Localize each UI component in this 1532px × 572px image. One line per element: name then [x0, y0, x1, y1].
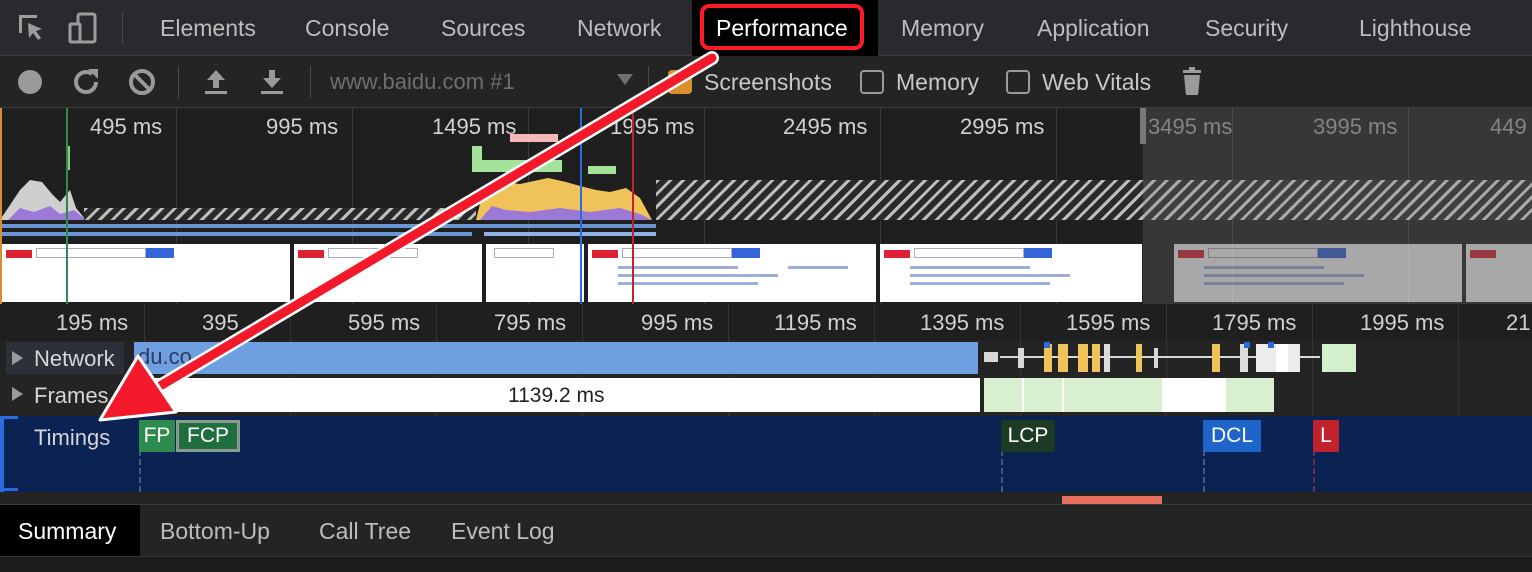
expand-triangle-icon[interactable]: [12, 387, 23, 401]
details-pane: [0, 556, 1532, 572]
tab-lighthouse[interactable]: Lighthouse: [1359, 0, 1472, 56]
details-tab-bar: Summary Bottom-Up Call Tree Event Log: [0, 504, 1532, 557]
load-line: [632, 108, 634, 304]
frame-duration: 1139.2 ms: [508, 384, 605, 407]
screenshots-label[interactable]: Screenshots: [704, 56, 832, 108]
ruler-tick-label: 1995 ms: [1360, 310, 1445, 335]
load-marker[interactable]: L: [1313, 420, 1339, 452]
tab-bottom-up[interactable]: Bottom-Up: [160, 505, 270, 557]
overview-network-bar: [2, 232, 472, 236]
flamechart-ruler: 195 ms 395 595 ms 795 ms 995 ms 1195 ms …: [0, 304, 1532, 340]
ruler-tick-label: 395: [202, 310, 239, 335]
tab-performance[interactable]: Performance: [692, 0, 878, 56]
overview-tick-label: 2995 ms: [960, 114, 1045, 139]
toolbar-separator: [178, 66, 179, 98]
trash-icon[interactable]: [1174, 64, 1210, 100]
dcl-line: [580, 108, 582, 304]
download-icon[interactable]: [254, 64, 290, 100]
inspect-element-icon[interactable]: [14, 10, 50, 46]
long-task-marker: [510, 134, 558, 142]
memory-checkbox[interactable]: [860, 70, 884, 94]
frame-bar[interactable]: [1162, 378, 1226, 412]
ruler-tick-label: 1795 ms: [1212, 310, 1297, 335]
screenshots-checkbox[interactable]: [668, 70, 692, 94]
device-toolbar-icon[interactable]: [66, 10, 102, 46]
screenshot-frame[interactable]: [484, 244, 584, 302]
overview-tick-label: 2495 ms: [783, 114, 868, 139]
expand-triangle-icon[interactable]: [12, 351, 23, 365]
screenshot-frame[interactable]: [586, 244, 876, 302]
screenshot-frame[interactable]: [0, 244, 290, 302]
screenshot-frame[interactable]: [292, 244, 482, 302]
selection-handle[interactable]: [1140, 108, 1146, 144]
tab-console[interactable]: Console: [305, 0, 389, 56]
overview-network-bar: [2, 224, 656, 228]
tab-sources[interactable]: Sources: [441, 0, 525, 56]
timings-track-label[interactable]: Timings: [34, 425, 110, 451]
ruler-tick-label: 1595 ms: [1066, 310, 1151, 335]
frames-track[interactable]: 1139.2 ms Frames: [0, 376, 1532, 416]
overview-tick-label: 1995 ms: [610, 114, 695, 139]
web-vitals-label[interactable]: Web Vitals: [1042, 56, 1151, 108]
profile-select[interactable]: www.baidu.com #1: [330, 56, 515, 108]
tab-call-tree[interactable]: Call Tree: [319, 505, 411, 557]
tab-application[interactable]: Application: [1037, 0, 1150, 56]
ruler-tick-label: 1395 ms: [920, 310, 1005, 335]
devtools-tab-bar: Elements Console Sources Network Perform…: [0, 0, 1532, 56]
selection-start-line: [0, 108, 2, 304]
fcp-line: [66, 108, 68, 304]
memory-label[interactable]: Memory: [896, 56, 979, 108]
unselected-region[interactable]: [1143, 108, 1532, 304]
ruler-tick-label: 995 ms: [641, 310, 714, 335]
screenshot-frame[interactable]: [878, 244, 1142, 302]
tab-summary[interactable]: Summary: [0, 505, 140, 557]
upload-icon[interactable]: [198, 64, 234, 100]
ruler-tick-label: 21: [1506, 310, 1531, 335]
clear-icon[interactable]: [124, 64, 160, 100]
flamechart-task-bar[interactable]: [1062, 496, 1162, 504]
overview-tick-label: 495 ms: [90, 114, 163, 139]
network-request-url: du.co: [138, 344, 192, 369]
web-vitals-checkbox[interactable]: [1006, 70, 1030, 94]
toolbar-separator: [648, 66, 649, 98]
network-track[interactable]: du.co Network: [0, 340, 1532, 376]
dcl-marker[interactable]: DCL: [1203, 420, 1261, 452]
overview-network-bar: [484, 232, 656, 236]
ruler-tick-label: 1195 ms: [774, 310, 857, 335]
tab-event-log[interactable]: Event Log: [451, 505, 555, 557]
idle-area: [84, 208, 476, 220]
chevron-down-icon[interactable]: [617, 74, 633, 85]
tab-separator: [122, 12, 123, 44]
overview-tick-label: 995 ms: [266, 114, 339, 139]
network-track-label[interactable]: Network: [34, 346, 115, 372]
lcp-marker[interactable]: LCP: [1001, 420, 1055, 452]
fcp-marker[interactable]: FCP: [176, 420, 240, 452]
network-request-bar[interactable]: [134, 342, 978, 374]
record-icon[interactable]: [12, 64, 48, 100]
overview-tick-label: 1495 ms: [432, 114, 517, 139]
tab-memory[interactable]: Memory: [901, 0, 984, 56]
tab-elements[interactable]: Elements: [160, 0, 256, 56]
frame-bar[interactable]: [984, 378, 1162, 412]
frames-track-label[interactable]: Frames: [34, 383, 109, 409]
ruler-tick-label: 195 ms: [56, 310, 129, 335]
performance-toolbar: www.baidu.com #1 Screenshots Memory Web …: [0, 56, 1532, 108]
toolbar-separator: [310, 66, 311, 98]
tab-security[interactable]: Security: [1205, 0, 1288, 56]
fp-marker[interactable]: FP: [139, 420, 175, 452]
ruler-tick-label: 795 ms: [494, 310, 567, 335]
frame-bar[interactable]: [1226, 378, 1274, 412]
timeline-overview[interactable]: 495 ms 995 ms 1495 ms 1995 ms 2495 ms 29…: [0, 108, 1532, 304]
ruler-tick-label: 595 ms: [348, 310, 421, 335]
tab-network[interactable]: Network: [577, 0, 661, 56]
reload-icon[interactable]: [68, 64, 104, 100]
